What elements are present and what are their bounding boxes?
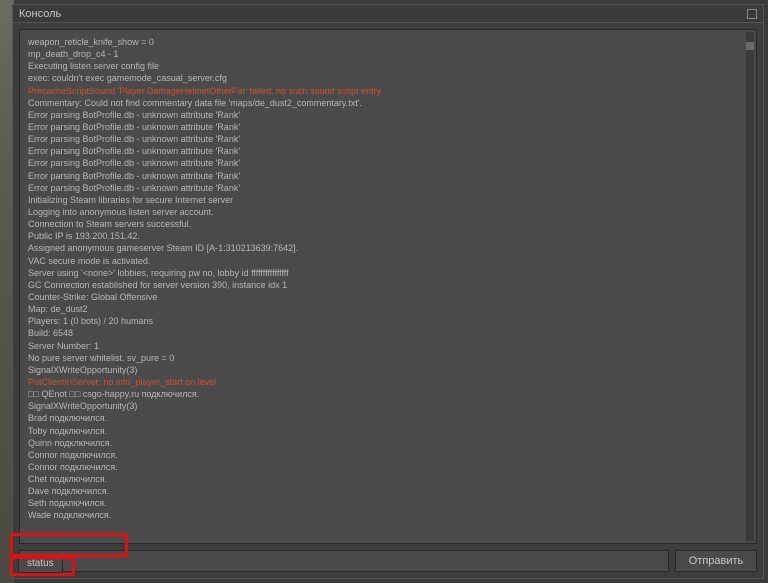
log-line: GC Connection established for server ver… <box>28 279 748 291</box>
log-line: Error parsing BotProfile.db - unknown at… <box>28 170 748 182</box>
log-line: Build: 6548 <box>28 327 748 339</box>
log-line: No pure server whitelist. sv_pure = 0 <box>28 352 748 364</box>
log-line: Server Number: 1 <box>28 340 748 352</box>
log-line: weapon_reticle_knife_show = 0 <box>28 36 748 48</box>
log-line: SignalXWriteOpportunity(3) <box>28 364 748 376</box>
log-line: Server using '<none>' lobbies, requiring… <box>28 267 748 279</box>
log-line: Connor подключился. <box>28 449 748 461</box>
log-line: Counter-Strike: Global Offensive <box>28 291 748 303</box>
command-input[interactable] <box>19 550 669 572</box>
send-button[interactable]: Отправить <box>675 550 757 572</box>
log-line: Wade подключился. <box>28 509 748 521</box>
log-line: Error parsing BotProfile.db - unknown at… <box>28 145 748 157</box>
log-line: Players: 1 (0 bots) / 20 humans <box>28 315 748 327</box>
log-line: Executing listen server config file <box>28 60 748 72</box>
log-line: Seth подключился. <box>28 497 748 509</box>
window-title: Консоль <box>19 8 61 20</box>
input-row: Отправить <box>13 550 763 578</box>
log-line: PutClientInServer: no info_player_start … <box>28 376 748 388</box>
scrollbar-track[interactable] <box>746 32 754 541</box>
log-line: Initializing Steam libraries for secure … <box>28 194 748 206</box>
titlebar: Консоль <box>13 5 763 23</box>
autocomplete-popup[interactable]: status <box>18 554 63 573</box>
log-line: exec: couldn't exec gamemode_casual_serv… <box>28 72 748 84</box>
log-line: Logging into anonymous listen server acc… <box>28 206 748 218</box>
log-line: VAC secure mode is activated. <box>28 255 748 267</box>
log-line: Connection to Steam servers successful. <box>28 218 748 230</box>
console-log: weapon_reticle_knife_show = 0mp_death_dr… <box>19 29 757 544</box>
log-line: □□ QEnot □□ csgo-happy.ru подключился. <box>28 388 748 400</box>
log-line: Error parsing BotProfile.db - unknown at… <box>28 109 748 121</box>
log-line: PrecacheScriptSound 'Player.DamageHelmet… <box>28 85 748 97</box>
log-line: Assigned anonymous gameserver Steam ID [… <box>28 242 748 254</box>
console-window: Консоль weapon_reticle_knife_show = 0mp_… <box>12 4 764 579</box>
maximize-icon[interactable] <box>747 9 757 19</box>
log-line: Error parsing BotProfile.db - unknown at… <box>28 133 748 145</box>
log-line: Connor подключился. <box>28 461 748 473</box>
titlebar-controls <box>747 9 757 19</box>
log-line: Public IP is 193.200.151.42. <box>28 230 748 242</box>
log-line: Toby подключился. <box>28 425 748 437</box>
log-line: Error parsing BotProfile.db - unknown at… <box>28 182 748 194</box>
log-line: Error parsing BotProfile.db - unknown at… <box>28 121 748 133</box>
log-line: Brad подключился. <box>28 412 748 424</box>
log-line: Quinn подключился. <box>28 437 748 449</box>
log-line: Error parsing BotProfile.db - unknown at… <box>28 157 748 169</box>
log-line: Chet подключился. <box>28 473 748 485</box>
log-line: mp_death_drop_c4 - 1 <box>28 48 748 60</box>
log-line: Map: de_dust2 <box>28 303 748 315</box>
log-line: Dave подключился. <box>28 485 748 497</box>
log-line: SignalXWriteOpportunity(3) <box>28 400 748 412</box>
log-line: Commentary: Could not find commentary da… <box>28 97 748 109</box>
scrollbar-thumb[interactable] <box>746 42 754 50</box>
